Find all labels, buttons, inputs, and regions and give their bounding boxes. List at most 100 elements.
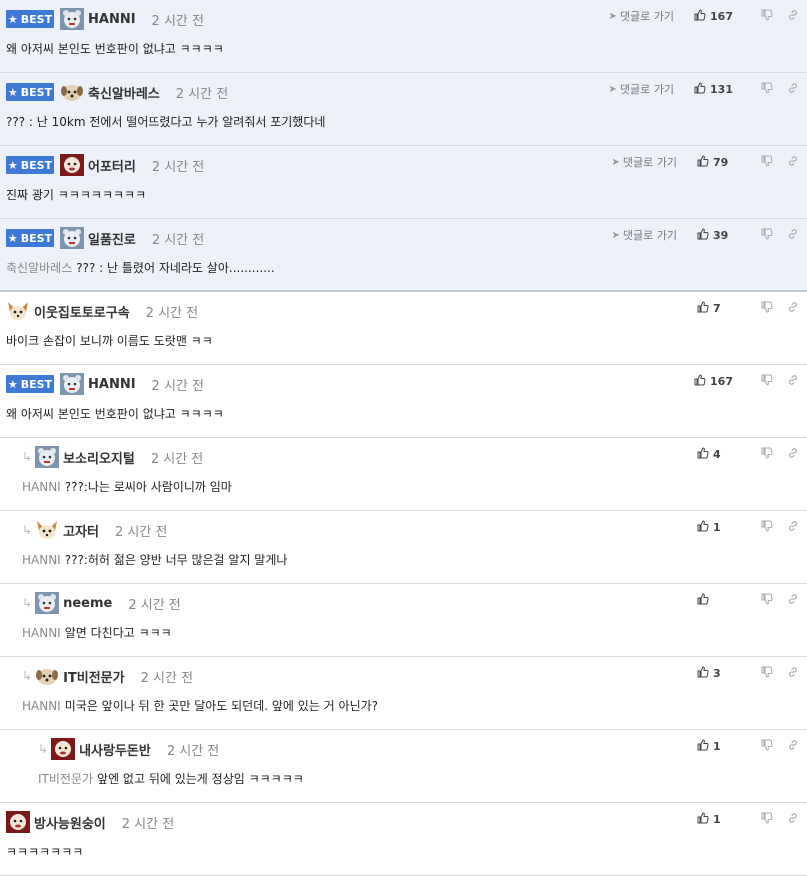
nickname[interactable]: HANNI xyxy=(88,377,136,392)
comment-item: 방사능원숭이 2 시간 전 1 ㅋㅋㅋㅋㅋㅋㅋ xyxy=(0,803,807,876)
nickname[interactable]: IT비전문가 xyxy=(63,667,125,686)
avatar[interactable] xyxy=(60,154,84,176)
avatar[interactable] xyxy=(35,519,59,541)
comment-actions: ➤ 댓글로 가기 131 xyxy=(609,81,799,97)
thumb-down-icon[interactable] xyxy=(761,374,773,389)
avatar[interactable] xyxy=(35,446,60,468)
upvote-count: 39 xyxy=(713,228,729,242)
upvote-button[interactable]: 167 xyxy=(694,8,733,24)
reply-item: ↳ neeme 2 시간 전 HANNI 알면 다친다고 ㅋㅋㅋ xyxy=(0,584,807,657)
reply-target[interactable]: 축신알바레스 xyxy=(6,261,72,275)
link-icon[interactable] xyxy=(787,374,799,389)
nickname[interactable]: HANNI xyxy=(88,12,136,27)
nickname[interactable]: 축신알바레스 xyxy=(88,83,160,102)
thumb-down-icon[interactable] xyxy=(761,666,773,681)
thumb-down-icon[interactable] xyxy=(761,593,773,608)
upvote-button[interactable]: 39 xyxy=(697,227,733,243)
avatar[interactable] xyxy=(35,592,60,614)
reply-target[interactable]: HANNI xyxy=(22,626,61,640)
avatar[interactable] xyxy=(60,227,84,249)
link-icon[interactable] xyxy=(787,301,799,316)
nickname[interactable]: 이웃집토토로구속 xyxy=(34,302,130,321)
thumb-down-icon[interactable] xyxy=(761,812,773,827)
upvote-button[interactable] xyxy=(697,592,733,608)
upvote-button[interactable]: 7 xyxy=(697,300,733,316)
upvote-button[interactable]: 167 xyxy=(694,373,733,389)
avatar[interactable] xyxy=(6,300,30,322)
goto-label: 댓글로 가기 xyxy=(619,83,675,96)
avatar[interactable] xyxy=(60,8,84,30)
reply-target[interactable]: HANNI xyxy=(22,553,61,567)
avatar[interactable] xyxy=(60,373,84,395)
reply-target[interactable]: HANNI xyxy=(22,480,61,494)
goto-label: 댓글로 가기 xyxy=(619,10,675,23)
nickname[interactable]: 일품진로 xyxy=(88,229,136,248)
thumb-down-icon[interactable] xyxy=(761,228,773,243)
thumb-up-icon xyxy=(694,81,706,97)
thumb-down-icon[interactable] xyxy=(761,155,773,170)
upvote-button[interactable]: 1 xyxy=(697,738,733,754)
upvote-button[interactable]: 131 xyxy=(694,81,733,97)
avatar[interactable] xyxy=(51,738,76,760)
timestamp: 2 시간 전 xyxy=(151,232,205,248)
upvote-button[interactable]: 1 xyxy=(697,519,733,535)
thumb-down-icon[interactable] xyxy=(761,447,773,462)
upvote-count: 1 xyxy=(713,739,721,753)
upvote-button[interactable]: 4 xyxy=(697,446,733,462)
comment-body: IT비전문가 앞엔 없고 뒤에 있는게 정상임 ㅋㅋㅋㅋㅋ xyxy=(38,770,304,787)
thumb-down-icon[interactable] xyxy=(761,9,773,24)
upvote-count: 4 xyxy=(713,447,721,461)
goto-comment-link[interactable]: ➤ 댓글로 가기 xyxy=(612,154,678,170)
thumb-up-icon xyxy=(697,592,709,608)
comment-text: 왜 아저씨 본인도 번호판이 없냐고 ㅋㅋㅋㅋ xyxy=(6,407,224,421)
reply-item: ↳ IT비전문가 2 시간 전 3 HANNI 미국은 앞이나 뒤 한 곳만 달아도 되던… xyxy=(0,657,807,730)
upvote-count: 3 xyxy=(713,666,721,680)
reply-target[interactable]: HANNI xyxy=(22,699,61,713)
link-icon[interactable] xyxy=(787,520,799,535)
link-icon[interactable] xyxy=(787,593,799,608)
upvote-button[interactable]: 79 xyxy=(697,154,733,170)
link-icon[interactable] xyxy=(787,82,799,97)
goto-comment-link[interactable]: ➤ 댓글로 가기 xyxy=(612,227,678,243)
avatar[interactable] xyxy=(35,665,59,687)
comment-actions: 1 xyxy=(697,519,799,535)
link-icon[interactable] xyxy=(787,739,799,754)
comment-actions: 3 xyxy=(697,665,799,681)
thumb-up-icon xyxy=(694,373,706,389)
best-label: BEST xyxy=(20,231,53,245)
nickname[interactable]: 고자터 xyxy=(63,521,99,540)
nickname[interactable]: 보소리오지털 xyxy=(63,448,135,467)
comment-text: 왜 아저씨 본인도 번호판이 없냐고 ㅋㅋㅋㅋ xyxy=(6,42,224,56)
goto-comment-link[interactable]: ➤ 댓글로 가기 xyxy=(609,81,675,97)
link-icon[interactable] xyxy=(787,812,799,827)
nickname[interactable]: 어포터리 xyxy=(88,156,136,175)
nickname[interactable]: 내사랑두돈반 xyxy=(79,740,151,759)
upvote-button[interactable]: 1 xyxy=(697,811,733,827)
thumb-down-icon[interactable] xyxy=(761,520,773,535)
comment-text: 진짜 광기 ㅋㅋㅋㅋㅋㅋㅋㅋ xyxy=(6,188,147,202)
nickname[interactable]: neeme xyxy=(63,596,112,611)
link-icon[interactable] xyxy=(787,155,799,170)
link-icon[interactable] xyxy=(787,666,799,681)
thumb-down-icon[interactable] xyxy=(761,301,773,316)
upvote-count: 131 xyxy=(710,82,733,96)
link-icon[interactable] xyxy=(787,9,799,24)
upvote-count: 167 xyxy=(710,9,733,23)
goto-comment-link[interactable]: ➤ 댓글로 가기 xyxy=(609,8,675,24)
thumb-down-icon[interactable] xyxy=(761,82,773,97)
comment-text: 알면 다친다고 ㅋㅋㅋ xyxy=(64,626,172,640)
reply-target[interactable]: IT비전문가 xyxy=(38,772,93,786)
best-badge: ★ BEST xyxy=(6,375,54,393)
avatar[interactable] xyxy=(60,81,84,103)
link-icon[interactable] xyxy=(787,228,799,243)
upvote-count: 1 xyxy=(713,520,721,534)
link-icon[interactable] xyxy=(787,447,799,462)
comment-body: HANNI ???:나는 로씨아 사람이니까 임마 xyxy=(22,478,232,495)
avatar[interactable] xyxy=(6,811,30,833)
thumb-down-icon[interactable] xyxy=(761,739,773,754)
nickname[interactable]: 방사능원숭이 xyxy=(34,813,106,832)
goto-label: 댓글로 가기 xyxy=(622,229,677,242)
thumb-up-icon xyxy=(697,738,709,754)
thumb-up-icon xyxy=(697,154,709,170)
upvote-button[interactable]: 3 xyxy=(697,665,733,681)
